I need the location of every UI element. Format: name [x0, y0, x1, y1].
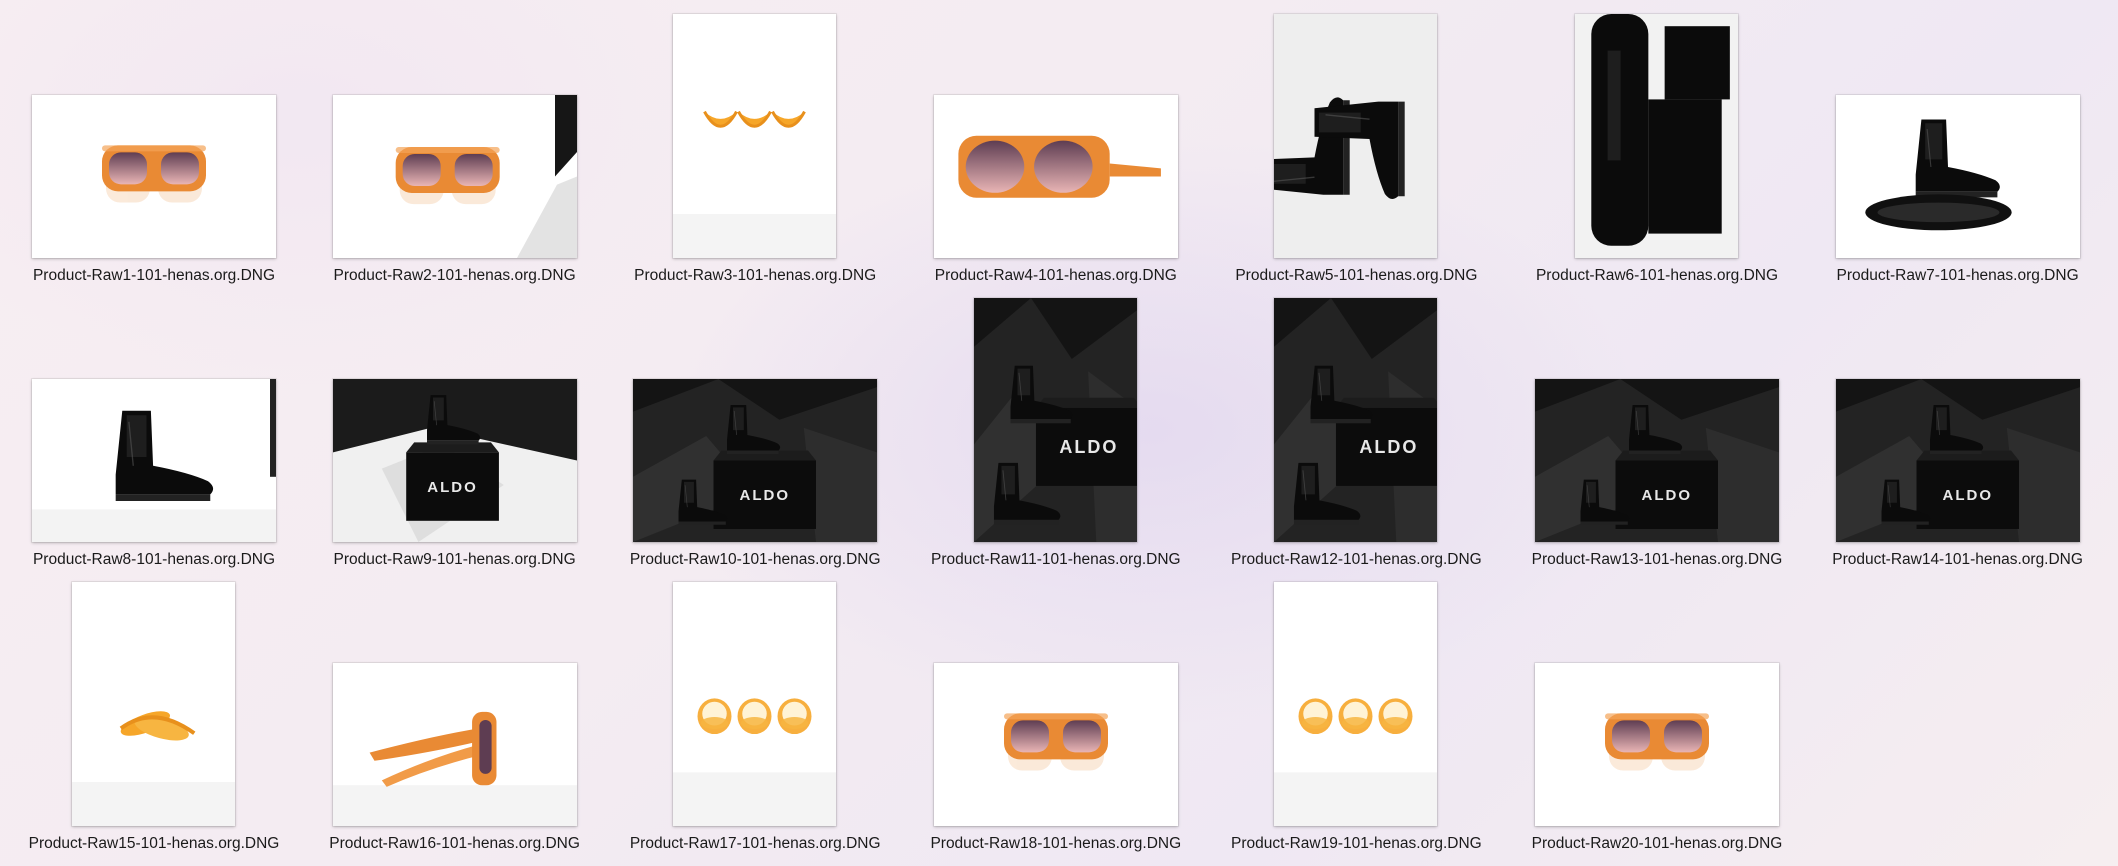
file-item[interactable]: ALDO Product-Raw12-101-henas.org.DNG	[1206, 284, 1506, 568]
file-item[interactable]: Product-Raw7-101-henas.org.DNG	[1808, 0, 2108, 284]
file-thumbnail[interactable]: ALDO	[1274, 298, 1438, 542]
thumbnail-image	[1274, 582, 1438, 826]
thumbnail-image: ALDO	[1535, 379, 1779, 542]
file-name-label[interactable]: Product-Raw18-101-henas.org.DNG	[906, 826, 1206, 862]
svg-text:ALDO: ALDO	[427, 479, 478, 496]
thumbnail-area	[1206, 0, 1506, 258]
thumbnail-area	[906, 568, 1206, 826]
file-thumbnail[interactable]: ALDO	[1535, 379, 1779, 542]
file-thumbnail-grid: Product-Raw1-101-henas.org.DNG Product-R…	[0, 0, 2118, 866]
file-thumbnail[interactable]	[332, 95, 577, 258]
file-item[interactable]: Product-Raw6-101-henas.org.DNG	[1507, 0, 1807, 284]
thumbnail-image: ALDO	[633, 379, 878, 542]
file-item[interactable]: Product-Raw19-101-henas.org.DNG	[1206, 568, 1506, 852]
file-thumbnail[interactable]	[1274, 582, 1438, 826]
thumbnail-image	[1575, 14, 1738, 258]
file-thumbnail[interactable]	[1575, 14, 1738, 258]
file-item[interactable]: Product-Raw1-101-henas.org.DNG	[4, 0, 304, 284]
file-item[interactable]: ALDO Product-Raw10-101-henas.org.DNG	[605, 284, 905, 568]
file-item[interactable]: Product-Raw16-101-henas.org.DNG	[305, 568, 605, 852]
file-item[interactable]: Product-Raw4-101-henas.org.DNG	[906, 0, 1206, 284]
file-item[interactable]: Product-Raw15-101-henas.org.DNG	[4, 568, 304, 852]
svg-text:ALDO: ALDO	[1642, 487, 1693, 504]
thumbnail-area	[4, 284, 304, 542]
svg-text:ALDO: ALDO	[1360, 437, 1419, 457]
file-thumbnail[interactable]	[1835, 95, 2080, 258]
file-item[interactable]: Product-Raw5-101-henas.org.DNG	[1206, 0, 1506, 284]
file-name-label[interactable]: Product-Raw19-101-henas.org.DNG	[1206, 826, 1506, 862]
file-item[interactable]: ALDO Product-Raw9-101-henas.org.DNG	[305, 284, 605, 568]
thumbnail-area	[605, 0, 905, 258]
file-name-label[interactable]: Product-Raw17-101-henas.org.DNG	[605, 826, 905, 862]
file-thumbnail[interactable]	[332, 663, 577, 826]
file-thumbnail[interactable]	[32, 379, 276, 542]
thumbnail-image: ALDO	[332, 379, 577, 542]
thumbnail-image: ALDO	[1274, 298, 1438, 542]
file-item[interactable]: Product-Raw17-101-henas.org.DNG	[605, 568, 905, 852]
thumbnail-area: ALDO	[305, 284, 605, 542]
file-name-label[interactable]: Product-Raw15-101-henas.org.DNG	[4, 826, 304, 862]
thumbnail-area	[1507, 0, 1807, 258]
thumbnail-image	[72, 582, 235, 826]
thumbnail-area	[4, 568, 304, 826]
thumbnail-image	[1274, 14, 1438, 258]
file-name-label[interactable]: Product-Raw14-101-henas.org.DNG	[1808, 542, 2108, 578]
thumbnail-area: ALDO	[1507, 284, 1807, 542]
thumbnail-image	[332, 663, 577, 826]
file-name-label[interactable]: Product-Raw16-101-henas.org.DNG	[305, 826, 605, 862]
thumbnail-area	[1206, 568, 1506, 826]
file-item[interactable]: Product-Raw8-101-henas.org.DNG	[4, 284, 304, 568]
file-item[interactable]: Product-Raw18-101-henas.org.DNG	[906, 568, 1206, 852]
file-thumbnail[interactable]: ALDO	[1835, 379, 2080, 542]
svg-text:ALDO: ALDO	[740, 487, 791, 504]
thumbnail-area	[4, 0, 304, 258]
thumbnail-area: ALDO	[1808, 284, 2108, 542]
thumbnail-image	[32, 95, 276, 258]
thumbnail-image: ALDO	[973, 298, 1137, 542]
file-item[interactable]: ALDO Product-Raw11-101-henas.org.DNG	[906, 284, 1206, 568]
file-item[interactable]: Product-Raw20-101-henas.org.DNG	[1507, 568, 1807, 852]
thumbnail-area: ALDO	[605, 284, 905, 542]
file-thumbnail[interactable]	[673, 582, 837, 826]
thumbnail-area	[305, 0, 605, 258]
file-thumbnail[interactable]: ALDO	[633, 379, 878, 542]
thumbnail-image	[1535, 663, 1779, 826]
thumbnail-area: ALDO	[1206, 284, 1506, 542]
file-thumbnail[interactable]	[1274, 14, 1438, 258]
thumbnail-image	[933, 663, 1178, 826]
file-thumbnail[interactable]	[32, 95, 276, 258]
file-item[interactable]: Product-Raw3-101-henas.org.DNG	[605, 0, 905, 284]
thumbnail-area	[1507, 568, 1807, 826]
thumbnail-image	[673, 582, 837, 826]
file-thumbnail[interactable]	[933, 95, 1178, 258]
thumbnail-area	[605, 568, 905, 826]
file-item[interactable]: Product-Raw2-101-henas.org.DNG	[305, 0, 605, 284]
thumbnail-area	[1808, 0, 2108, 258]
thumbnail-image	[332, 95, 577, 258]
file-item[interactable]: ALDO Product-Raw14-101-henas.org.DNG	[1808, 284, 2108, 568]
thumbnail-image	[32, 379, 276, 542]
file-item[interactable]: ALDO Product-Raw13-101-henas.org.DNG	[1507, 284, 1807, 568]
svg-text:ALDO: ALDO	[1059, 437, 1118, 457]
thumbnail-area	[906, 0, 1206, 258]
thumbnail-area	[305, 568, 605, 826]
thumbnail-image	[673, 14, 837, 258]
file-thumbnail[interactable]	[673, 14, 837, 258]
thumbnail-image: ALDO	[1835, 379, 2080, 542]
thumbnail-image	[933, 95, 1178, 258]
file-thumbnail[interactable]	[1535, 663, 1779, 826]
file-thumbnail[interactable]: ALDO	[332, 379, 577, 542]
file-thumbnail[interactable]: ALDO	[973, 298, 1137, 542]
file-thumbnail[interactable]	[72, 582, 235, 826]
thumbnail-area: ALDO	[906, 284, 1206, 542]
svg-text:ALDO: ALDO	[1942, 487, 1993, 504]
file-name-label[interactable]: Product-Raw20-101-henas.org.DNG	[1507, 826, 1807, 862]
file-thumbnail[interactable]	[933, 663, 1178, 826]
thumbnail-image	[1835, 95, 2080, 258]
